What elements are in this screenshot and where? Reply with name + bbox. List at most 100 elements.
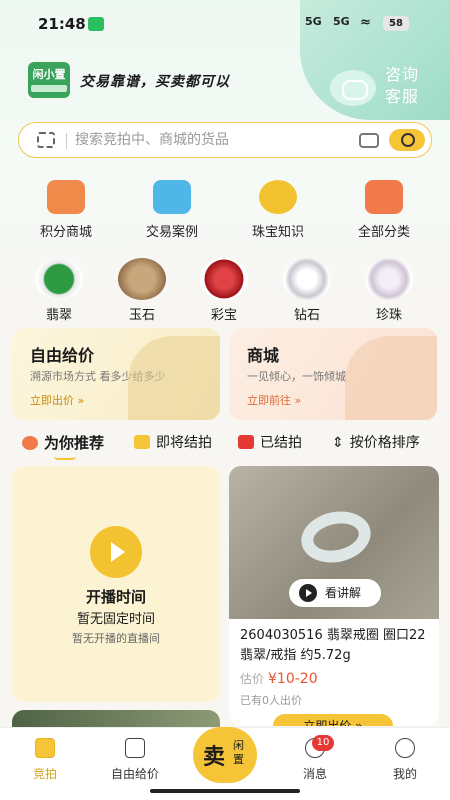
product-price: 估价 ¥10-20 [240, 670, 318, 687]
scan-icon[interactable] [37, 132, 55, 148]
live-status: 暂无开播的直播间 [72, 632, 160, 645]
play-icon [299, 584, 317, 602]
bid-now-link[interactable]: 立即出价 » [30, 392, 84, 408]
category-colored-gems[interactable]: 彩宝 [189, 258, 259, 323]
feed-tabs: 为你推荐 即将结拍 已结拍 ⇕ 按价格排序 [0, 428, 450, 460]
chat-icon[interactable] [330, 70, 376, 106]
nav-label: 我的 [392, 767, 417, 781]
camera-icon[interactable] [359, 133, 379, 148]
logo-text: 闲小置 [32, 68, 66, 81]
card-title: 自由给价 [30, 346, 95, 365]
category-label: 玉石 [128, 308, 155, 323]
sell-sublabel: 闲置 [233, 739, 244, 766]
card-title: 商城 [247, 346, 280, 365]
logo-banner [31, 85, 67, 92]
home-indicator [150, 789, 300, 793]
quick-link-all-categories[interactable]: 全部分类 [334, 180, 434, 240]
category-jade-stone[interactable]: 玉石 [107, 258, 177, 323]
category-label: 钻石 [293, 308, 320, 323]
battery-icon: 58 [383, 16, 409, 31]
nav-auction[interactable]: 竞拍 [5, 738, 85, 782]
category-diamond[interactable]: 钻石 [272, 258, 342, 323]
sort-icon: ⇕ [332, 435, 344, 451]
pearl-icon [365, 258, 413, 300]
tab-label: 按价格排序 [349, 435, 420, 451]
customer-service-button[interactable]: 咨询 客服 [385, 64, 419, 108]
tab-recommended[interactable]: 为你推荐 [22, 432, 105, 460]
quick-link-points-mall[interactable]: 积分商城 [16, 180, 116, 240]
slogan: 交易靠谱，买卖都可以 [80, 74, 230, 90]
play-icon[interactable] [90, 526, 142, 578]
service-label-line2: 客服 [385, 87, 420, 106]
price-label: 估价 [240, 672, 265, 686]
go-now-link[interactable]: 立即前往 » [247, 392, 301, 408]
grid-icon [365, 180, 403, 214]
active-tab-indicator [54, 456, 76, 460]
mall-card[interactable]: 商城 一见倾心，一饰倾城 立即前往 » [229, 328, 437, 420]
nav-free-bid[interactable]: 自由给价 [95, 738, 175, 782]
search-divider [66, 133, 67, 149]
service-label-line1: 咨询 [385, 65, 420, 84]
wechat-icon [88, 17, 104, 31]
product-title: 2604030516 翡翠戒圈 圈口22 翡翠/戒指 约5.72g [240, 628, 426, 663]
tab-ending-soon[interactable]: 即将结拍 [134, 432, 212, 452]
quick-link-label: 全部分类 [357, 225, 410, 240]
card-illustration [345, 336, 437, 420]
free-bid-card[interactable]: 自由给价 溯源市场方式 看多少给多少 立即出价 » [12, 328, 220, 420]
live-card[interactable]: 开播时间 暂无固定时间 暂无开播的直播间 [12, 466, 220, 702]
quick-link-trade-cases[interactable]: 交易案例 [122, 180, 222, 240]
bid-button[interactable]: 立即出价 » [273, 714, 393, 726]
tab-ended[interactable]: 已结拍 [238, 432, 302, 452]
sell-button[interactable]: 卖 闲置 [193, 727, 257, 783]
lightning-icon [134, 435, 150, 449]
diamond-tag-icon [259, 180, 297, 214]
category-jadeite[interactable]: 翡翠 [24, 258, 94, 323]
status-time: 21:48 [38, 15, 86, 33]
message-badge: 10 [312, 735, 334, 751]
search-input[interactable] [75, 129, 345, 151]
status-bar: 21:48 5G 5G ≈ 58 [0, 0, 450, 46]
box-icon [153, 180, 191, 214]
category-pearl[interactable]: 珍珠 [354, 258, 424, 323]
close-icon [238, 435, 254, 449]
nav-label: 自由给价 [110, 767, 159, 781]
tab-label: 即将结拍 [156, 435, 212, 451]
signal-icon: 5G [305, 15, 322, 28]
gavel-icon [35, 738, 55, 758]
quick-link-label: 交易案例 [145, 225, 198, 240]
quick-link-jewelry-knowledge[interactable]: 珠宝知识 [228, 180, 328, 240]
sort-by-price[interactable]: ⇕ 按价格排序 [332, 432, 420, 452]
signal-icon-2: 5G [333, 15, 350, 28]
nav-profile[interactable]: 我的 [365, 738, 445, 782]
explain-label: 看讲解 [325, 586, 362, 600]
jade-stone-icon [118, 258, 166, 300]
nav-label: 竞拍 [32, 767, 57, 781]
jade-ring-icon [35, 258, 83, 300]
quick-link-label: 积分商城 [39, 225, 92, 240]
card-illustration [128, 336, 220, 420]
tab-label: 为你推荐 [44, 434, 105, 452]
live-schedule: 暂无固定时间 [76, 612, 155, 627]
wifi-icon: ≈ [360, 15, 371, 30]
shop-icon [47, 180, 85, 214]
diamond-ring-icon [283, 258, 331, 300]
category-label: 珍珠 [375, 308, 402, 323]
live-title: 开播时间 [85, 588, 146, 606]
tab-label: 已结拍 [260, 435, 302, 451]
jade-ring-image [296, 505, 376, 569]
tag-icon [125, 738, 145, 758]
nav-label: 消息 [302, 767, 327, 781]
category-label: 彩宝 [210, 308, 237, 323]
search-bar[interactable] [18, 122, 432, 158]
quick-link-label: 珠宝知识 [251, 225, 304, 240]
card-subtitle: 一见倾心，一饰倾城 [247, 370, 346, 383]
flame-icon [22, 436, 38, 450]
user-icon [395, 738, 415, 758]
category-label: 翡翠 [45, 308, 72, 323]
product-card[interactable]: 看讲解 2604030516 翡翠戒圈 圈口22 翡翠/戒指 约5.72g 估价… [229, 466, 439, 726]
search-button[interactable] [389, 129, 425, 151]
watch-explanation-button[interactable]: 看讲解 [289, 579, 381, 607]
ruby-icon [200, 258, 248, 300]
bid-count: 已有0人出价 [240, 694, 302, 707]
sell-label: 卖 [203, 745, 226, 770]
